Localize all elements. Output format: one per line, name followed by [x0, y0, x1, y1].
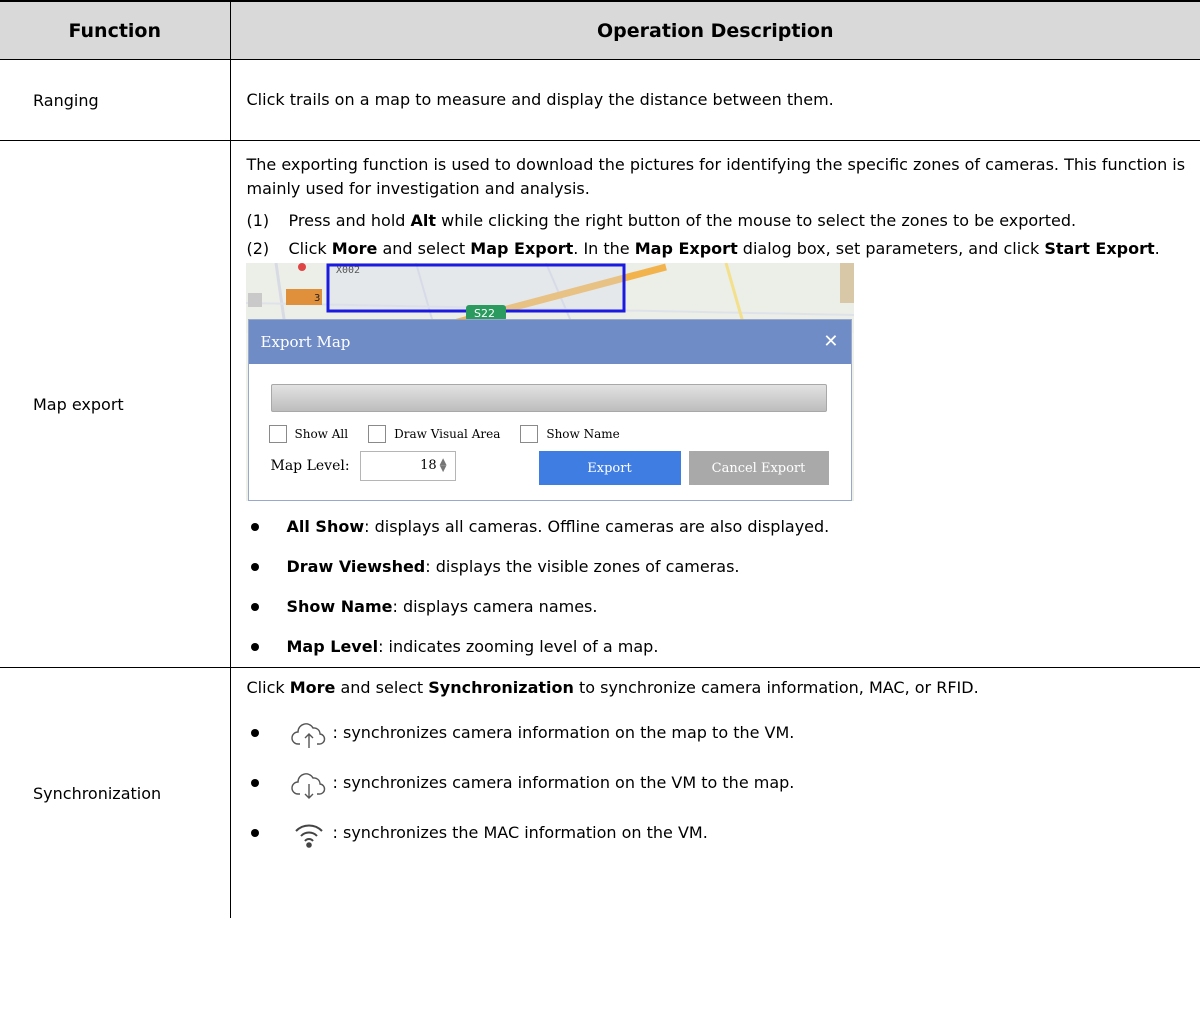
list-item: All Show: displays all cameras. Offline …	[247, 507, 1189, 547]
export-map-dialog: Export Map ✕ Show All Draw Visual Area S…	[247, 319, 852, 501]
header-function: Function	[0, 0, 231, 60]
bullet-text: : displays camera names.	[392, 597, 598, 616]
sync-intro-b: and select	[335, 678, 429, 697]
close-icon[interactable]: ✕	[823, 330, 838, 354]
export-progress-bar	[270, 384, 827, 412]
show-all-label: Show All	[294, 427, 349, 441]
function-cell-synchronization: Synchronization	[0, 667, 231, 918]
map-level-row: Map Level: 18 ▲ ▼	[271, 451, 456, 481]
map-export-bullet-list: All Show: displays all cameras. Offline …	[247, 507, 1189, 667]
step-2-more: More	[331, 239, 378, 258]
sync-intro-a: Click	[246, 678, 290, 697]
list-item: : synchronizes the MAC information on th…	[247, 808, 1189, 858]
bullet-icon	[250, 729, 259, 737]
bullet-term: Map Level	[286, 637, 379, 656]
show-name-checkbox[interactable]	[520, 425, 539, 443]
bullet-term: Draw Viewshed	[286, 557, 426, 576]
list-item: Show Name: displays camera names.	[247, 587, 1189, 627]
map-level-value: 18	[420, 458, 437, 473]
step-2: (2) Click More and select Map Export. In…	[247, 237, 1189, 261]
sync-intro-more: More	[289, 678, 336, 697]
draw-visual-area-option[interactable]: Draw Visual Area	[368, 422, 500, 446]
table-row-synchronization: Synchronization Click More and select Sy…	[0, 667, 1200, 918]
table-row-map-export: Map export The exporting function is use…	[0, 140, 1200, 668]
step-2-text-e: .	[1154, 239, 1160, 258]
show-name-label: Show Name	[546, 427, 620, 441]
road-code-label: X002	[336, 265, 360, 276]
cancel-export-button[interactable]: Cancel Export	[688, 451, 829, 485]
map-level-label: Map Level:	[270, 458, 350, 474]
selection-rectangle[interactable]	[326, 263, 625, 313]
bullet-text: : displays all cameras. Offline cameras …	[364, 517, 830, 536]
list-item: : synchronizes camera information on the…	[247, 758, 1189, 808]
function-cell-ranging: Ranging	[0, 59, 231, 141]
sync-intro-synchronization: Synchronization	[428, 678, 574, 697]
step-2-text-a: Click	[288, 239, 332, 258]
table-row-ranging: Ranging Click trails on a map to measure…	[0, 59, 1200, 141]
ranging-description: Click trails on a map to measure and dis…	[246, 90, 834, 109]
bullet-icon	[250, 523, 259, 531]
bullet-text: : synchronizes camera information on the…	[332, 723, 795, 742]
bullet-term: Show Name	[286, 597, 393, 616]
draw-visual-area-label: Draw Visual Area	[394, 427, 501, 441]
sync-bullet-list: : synchronizes camera information on the…	[247, 708, 1189, 858]
list-item: : synchronizes camera information on the…	[247, 708, 1189, 758]
step-2-map-export-dialog: Map Export	[634, 239, 738, 258]
bullet-icon	[250, 643, 259, 651]
step-2-map-export: Map Export	[470, 239, 574, 258]
description-cell-synchronization: Click More and select Synchronization to…	[229, 667, 1200, 918]
function-table: Function Operation Description Ranging C…	[0, 0, 1200, 918]
bullet-icon	[250, 563, 259, 571]
step-2-text-b: and select	[377, 239, 471, 258]
stepper-arrows-icon[interactable]: ▲ ▼	[440, 458, 447, 474]
list-item: Draw Viewshed: displays the visible zone…	[247, 547, 1189, 587]
map-level-stepper[interactable]: 18 ▲ ▼	[359, 451, 456, 481]
wifi-icon	[287, 816, 331, 850]
sync-intro-c: to synchronize camera information, MAC, …	[573, 678, 979, 697]
poi-number-label: 3	[314, 293, 320, 304]
description-cell-map-export: The exporting function is used to downlo…	[229, 140, 1200, 668]
step-1-key-alt: Alt	[410, 211, 437, 230]
bullet-text: : synchronizes camera information on the…	[332, 773, 795, 792]
draw-visual-area-checkbox[interactable]	[368, 425, 387, 443]
step-1: (1) Press and hold Alt while clicking th…	[247, 209, 1189, 233]
step-1-text: Press and hold Alt while clicking the ri…	[289, 209, 1189, 233]
bullet-text: : indicates zooming level of a map.	[378, 637, 659, 656]
bullet-icon	[250, 779, 259, 787]
step-1-text-b: while clicking the right button of the m…	[436, 211, 1077, 230]
export-button[interactable]: Export	[538, 451, 681, 485]
dialog-header: Export Map ✕	[248, 320, 851, 364]
step-2-text-c: . In the	[573, 239, 635, 258]
bullet-icon	[250, 603, 259, 611]
cloud-download-icon	[287, 766, 331, 800]
step-2-start-export: Start Export	[1044, 239, 1155, 258]
show-all-option[interactable]: Show All	[268, 422, 349, 446]
step-1-text-a: Press and hold	[288, 211, 411, 230]
header-operation-description: Operation Description	[229, 0, 1200, 60]
map-export-intro: The exporting function is used to downlo…	[246, 155, 1186, 198]
step-1-number: (1)	[246, 211, 270, 230]
synchronization-intro: Click More and select Synchronization to…	[247, 668, 1189, 700]
cloud-upload-icon	[287, 716, 331, 750]
options-row: Show All Draw Visual Area Show Name	[268, 422, 640, 446]
step-2-text-d: dialog box, set parameters, and click	[737, 239, 1045, 258]
dialog-title: Export Map	[260, 333, 351, 351]
show-name-option[interactable]: Show Name	[520, 422, 620, 446]
description-cell-ranging: Click trails on a map to measure and dis…	[229, 59, 1200, 141]
step-2-text: Click More and select Map Export. In the…	[289, 237, 1189, 261]
show-all-checkbox[interactable]	[268, 425, 287, 443]
table-header-row: Function Operation Description	[0, 0, 1200, 60]
function-cell-map-export: Map export	[0, 140, 231, 668]
list-item: Map Level: indicates zooming level of a …	[247, 627, 1189, 667]
step-2-number: (2)	[246, 239, 270, 258]
bullet-text: : displays the visible zones of cameras.	[425, 557, 740, 576]
export-map-screenshot: X002 3 S22 Export Map ✕ Show All Draw Vi…	[245, 263, 854, 501]
bullet-text: : synchronizes the MAC information on th…	[332, 823, 708, 842]
bullet-term: All Show	[286, 517, 365, 536]
bullet-icon	[250, 829, 259, 837]
